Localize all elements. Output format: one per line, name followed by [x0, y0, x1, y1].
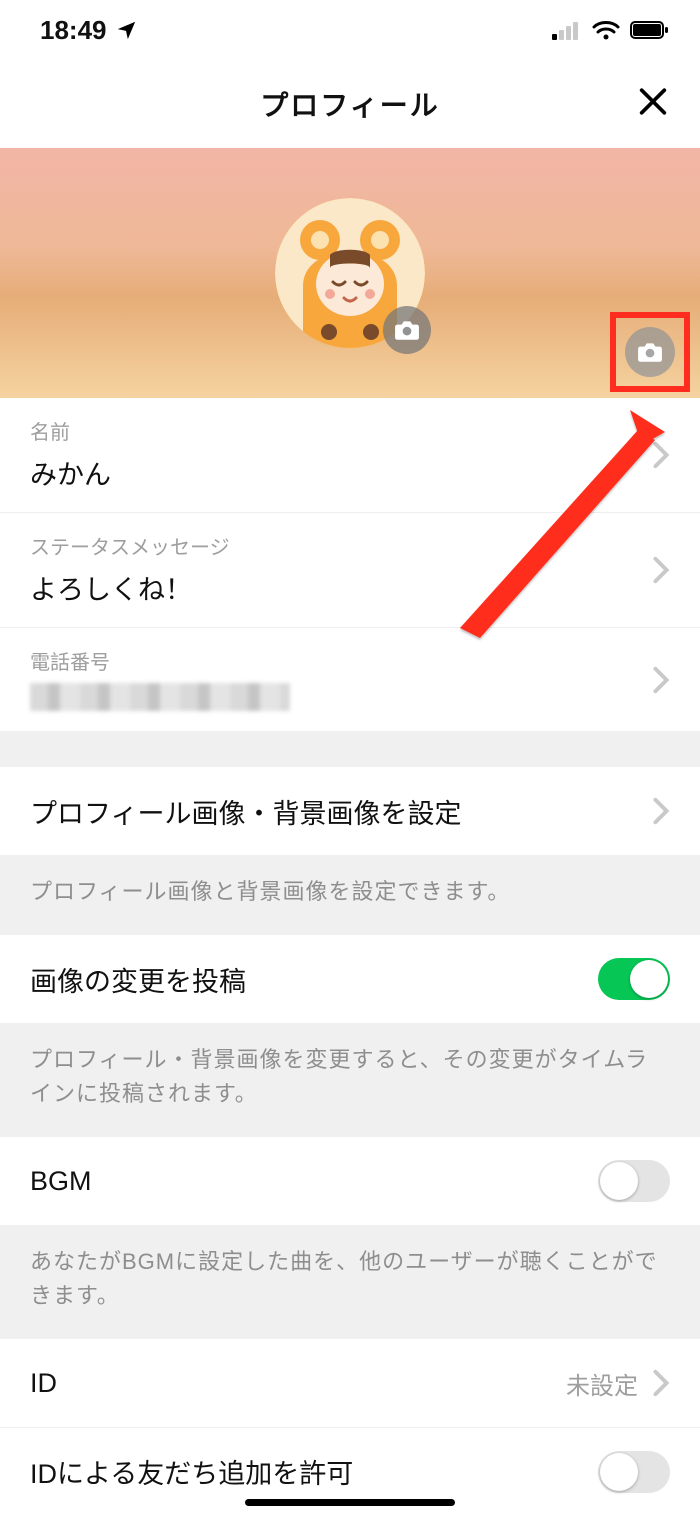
bgm-section: BGM [0, 1137, 700, 1225]
cover-image [0, 148, 700, 398]
chevron-right-icon [652, 441, 670, 469]
phone-value-redacted [30, 683, 290, 711]
status-label: ステータスメッセージ [30, 531, 230, 560]
phone-row[interactable]: 電話番号 [0, 627, 700, 731]
status-value: よろしくね！ [30, 568, 192, 607]
image-settings-section: プロフィール画像・背景画像を設定 [0, 767, 700, 855]
post-change-title: 画像の変更を投稿 [30, 960, 598, 999]
chevron-right-icon [652, 666, 670, 694]
camera-icon [637, 341, 663, 363]
bgm-toggle[interactable] [598, 1160, 670, 1202]
annotation-highlight-box [610, 312, 690, 392]
name-row[interactable]: 名前 みかん [0, 398, 700, 512]
chevron-right-icon [652, 556, 670, 584]
section-gap [0, 731, 700, 767]
status-message-row[interactable]: ステータスメッセージ よろしくね！ [0, 512, 700, 627]
id-title: ID [30, 1368, 566, 1399]
chevron-right-icon [652, 797, 670, 825]
cellular-icon [552, 20, 582, 40]
avatar-container [275, 198, 425, 348]
bgm-help: あなたがBGMに設定した曲を、他のユーザーが聴くことができます。 [0, 1225, 700, 1339]
phone-label: 電話番号 [30, 646, 110, 675]
image-settings-help: プロフィール画像と背景画像を設定できます。 [0, 855, 700, 935]
cover-camera-button[interactable] [625, 327, 675, 377]
profile-info-list: 名前 みかん ステータスメッセージ よろしくね！ 電話番号 [0, 398, 700, 731]
bgm-title: BGM [30, 1166, 598, 1197]
id-row[interactable]: ID 未設定 [0, 1339, 700, 1427]
post-change-toggle[interactable] [598, 958, 670, 1000]
post-change-row: 画像の変更を投稿 [0, 935, 700, 1023]
battery-icon [630, 20, 670, 40]
location-icon [115, 19, 137, 41]
camera-icon [394, 319, 420, 341]
id-value: 未設定 [566, 1366, 638, 1401]
name-label: 名前 [30, 416, 70, 445]
image-settings-title: プロフィール画像・背景画像を設定 [30, 792, 652, 831]
page-title: プロフィール [260, 84, 439, 124]
post-change-help: プロフィール・背景画像を変更すると、その変更がタイムラインに投稿されます。 [0, 1023, 700, 1137]
close-button[interactable] [636, 85, 670, 124]
bgm-row: BGM [0, 1137, 700, 1225]
home-indicator [245, 1499, 455, 1506]
image-settings-row[interactable]: プロフィール画像・背景画像を設定 [0, 767, 700, 855]
close-icon [636, 85, 670, 119]
id-section: ID 未設定 IDによる友だち追加を許可 [0, 1339, 700, 1514]
id-add-toggle[interactable] [598, 1451, 670, 1493]
chevron-right-icon [652, 1369, 670, 1397]
status-bar: 18:49 [0, 0, 700, 60]
wifi-icon [592, 20, 620, 40]
id-add-title: IDによる友だち追加を許可 [30, 1452, 598, 1491]
avatar-camera-button[interactable] [383, 306, 431, 354]
post-change-section: 画像の変更を投稿 [0, 935, 700, 1023]
name-value: みかん [30, 453, 111, 492]
status-time: 18:49 [40, 15, 107, 46]
nav-bar: プロフィール [0, 60, 700, 148]
